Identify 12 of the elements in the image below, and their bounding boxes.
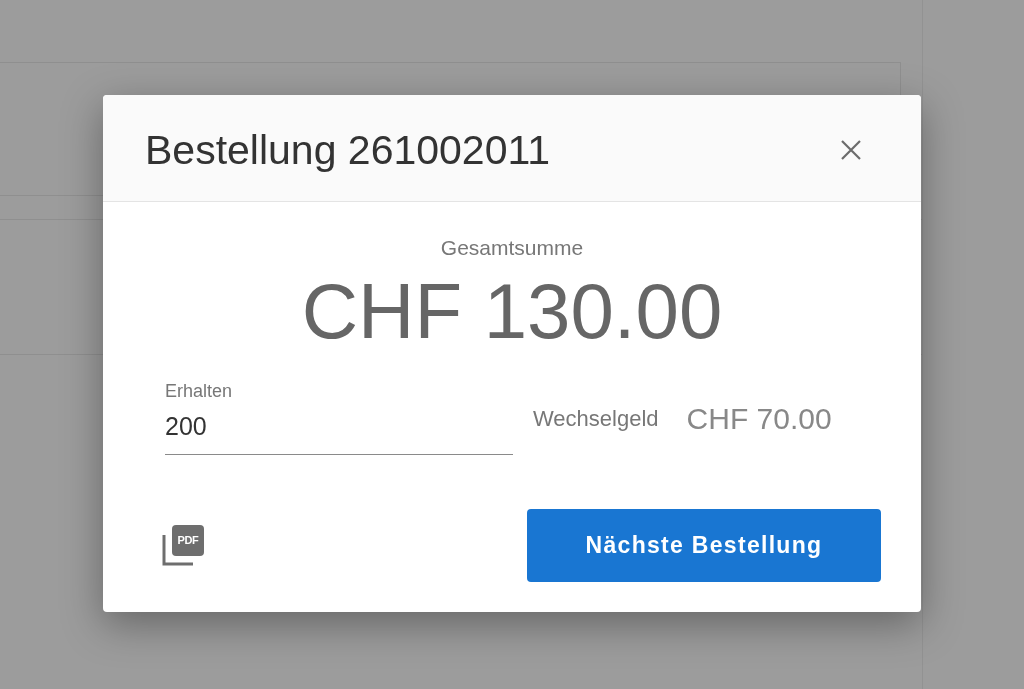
pdf-button[interactable]: PDF <box>162 524 204 567</box>
pdf-icon <box>162 524 204 567</box>
total-amount: CHF 130.00 <box>301 269 723 353</box>
next-order-button[interactable]: Nächste Bestellung <box>527 509 881 582</box>
received-field[interactable]: 200 <box>165 404 513 455</box>
change-label: Wechselgeld <box>533 406 659 432</box>
change-amount: CHF 70.00 <box>686 402 832 436</box>
close-icon <box>841 140 861 160</box>
received-label: Erhalten <box>165 380 234 402</box>
close-button[interactable] <box>841 140 861 160</box>
total-label: Gesamtsumme <box>440 235 584 261</box>
dialog-title: Bestellung 261002011 <box>145 126 551 174</box>
